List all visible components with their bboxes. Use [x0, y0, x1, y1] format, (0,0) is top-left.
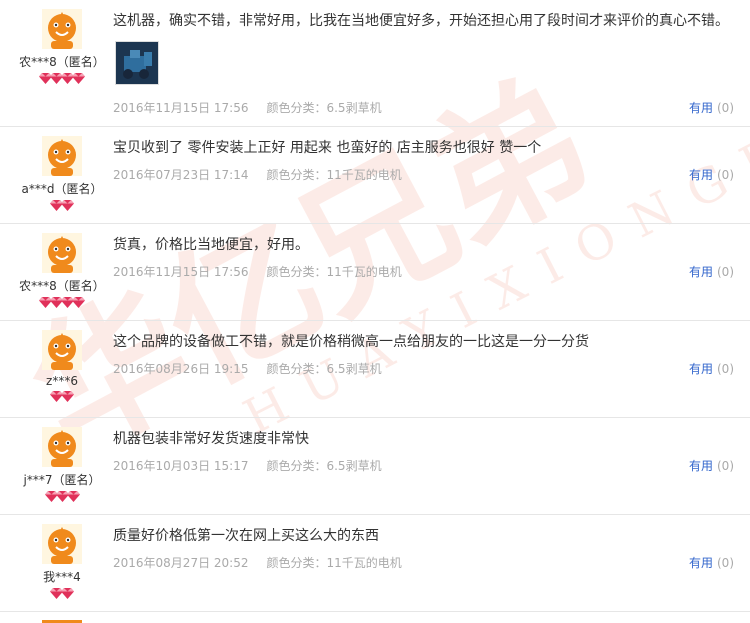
product-variant: 颜色分类：6.5剥草机: [266, 459, 382, 473]
review-meta: 2016年11月15日 17:56 颜色分类：6.5剥草机: [113, 99, 382, 116]
product-variant: 颜色分类：6.5剥草机: [266, 101, 382, 115]
useful-button[interactable]: 有用: [689, 265, 713, 279]
useful-button[interactable]: 有用: [689, 556, 713, 570]
rank-diamond-icon: [72, 297, 85, 308]
reviewer-rank: [16, 73, 108, 85]
rank-diamond-icon: [61, 200, 74, 211]
rank-diamond-icon: [61, 391, 74, 402]
useful-button[interactable]: 有用: [689, 168, 713, 182]
reviewer-name: a***d（匿名）: [21, 182, 103, 196]
review-date: 2016年10月03日 15:17: [113, 459, 249, 473]
useful-count: (0): [717, 459, 734, 473]
review-item: j***7（匿名） 机器包装非常好发货速度非常快 2016年10月03日 15:17…: [0, 418, 750, 515]
rank-diamond-icon: [61, 588, 74, 599]
reviewer-name: 我***4: [43, 570, 81, 584]
review-meta: 2016年08月27日 20:52 颜色分类：11千瓦的电机: [113, 554, 402, 571]
review-text: 质量好价格低第一次在网上买这么大的东西: [113, 528, 379, 544]
reviewer-name: 农***8（匿名）: [19, 279, 105, 293]
review-meta: 2016年10月03日 15:17 颜色分类：6.5剥草机: [113, 457, 382, 474]
reviewer-rank: [16, 297, 108, 309]
reviewer-info: z***6: [16, 330, 108, 403]
user-avatar: [42, 136, 82, 176]
review-meta: 2016年07月23日 17:14 颜色分类：11千瓦的电机: [113, 166, 402, 183]
review-meta: 2016年08月26日 19:15 颜色分类：6.5剥草机: [113, 360, 382, 377]
user-avatar: [42, 9, 82, 49]
reviewer-rank: [16, 588, 108, 600]
review-item: z***6 这个品牌的设备做工不错，就是价格稍微高一点给朋友的一比这是一分一分货 2…: [0, 321, 750, 418]
reviewer-info: 农***8（匿名）: [16, 9, 108, 85]
reviewer-name: 农***8（匿名）: [19, 55, 105, 69]
useful-vote: 有用 (0): [689, 360, 734, 377]
review-text: 这机器，确实不错，非常好用，比我在当地便宜好多，开始还担心用了段时间才来评价的真…: [113, 13, 729, 29]
review-item: 我***4 质量好价格低第一次在网上买这么大的东西 2016年08月27日 20:5…: [0, 515, 750, 612]
useful-vote: 有用 (0): [689, 263, 734, 280]
useful-vote: 有用 (0): [689, 99, 734, 116]
user-avatar: [42, 427, 82, 467]
reviewer-rank: [16, 491, 108, 503]
useful-count: (0): [717, 556, 734, 570]
review-text: 这个品牌的设备做工不错，就是价格稍微高一点给朋友的一比这是一分一分货: [113, 334, 589, 350]
review-date: 2016年07月23日 17:14: [113, 168, 249, 182]
user-avatar: [42, 524, 82, 564]
reviewer-rank: [16, 391, 108, 403]
useful-count: (0): [717, 265, 734, 279]
useful-vote: 有用 (0): [689, 554, 734, 571]
review-item-partial: [0, 612, 750, 623]
review-date: 2016年08月26日 19:15: [113, 362, 249, 376]
useful-button[interactable]: 有用: [689, 362, 713, 376]
user-avatar: [42, 330, 82, 370]
reviewer-info: j***7（匿名）: [16, 427, 108, 503]
useful-button[interactable]: 有用: [689, 459, 713, 473]
useful-button[interactable]: 有用: [689, 101, 713, 115]
user-avatar: [42, 233, 82, 273]
review-text: 货真，价格比当地便宜，好用。: [113, 237, 309, 253]
rank-diamond-icon: [66, 491, 80, 502]
product-variant: 颜色分类：6.5剥草机: [266, 362, 382, 376]
product-variant: 颜色分类：11千瓦的电机: [266, 168, 402, 182]
review-meta: 2016年11月15日 17:56 颜色分类：11千瓦的电机: [113, 263, 402, 280]
machine-photo-icon: [116, 42, 158, 84]
reviewer-info: 我***4: [16, 524, 108, 600]
review-item: 农***8（匿名） 这机器，确实不错，非常好用，比我在当地便宜好多，开始还担心用了…: [0, 0, 750, 127]
review-date: 2016年08月27日 20:52: [113, 556, 249, 570]
review-date: 2016年11月15日 17:56: [113, 101, 249, 115]
reviewer-rank: [16, 200, 108, 212]
useful-vote: 有用 (0): [689, 166, 734, 183]
review-item: 农***8（匿名） 货真，价格比当地便宜，好用。 2016年11月15日 17:56…: [0, 224, 750, 321]
useful-count: (0): [717, 168, 734, 182]
rank-diamond-icon: [72, 73, 85, 84]
review-item: a***d（匿名） 宝贝收到了 零件安装上正好 用起来 也蛮好的 店主服务也很好 …: [0, 127, 750, 224]
review-text: 宝贝收到了 零件安装上正好 用起来 也蛮好的 店主服务也很好 赞一个: [113, 140, 542, 156]
review-text: 机器包装非常好发货速度非常快: [113, 431, 309, 447]
reviewer-info: a***d（匿名）: [16, 136, 108, 212]
review-date: 2016年11月15日 17:56: [113, 265, 249, 279]
product-variant: 颜色分类：11千瓦的电机: [266, 556, 402, 570]
review-photo[interactable]: [115, 41, 159, 85]
useful-count: (0): [717, 101, 734, 115]
useful-count: (0): [717, 362, 734, 376]
reviewer-name: z***6: [46, 374, 78, 388]
reviewer-info: 农***8（匿名）: [16, 233, 108, 309]
product-variant: 颜色分类：11千瓦的电机: [266, 265, 402, 279]
useful-vote: 有用 (0): [689, 457, 734, 474]
reviewer-name: j***7（匿名）: [23, 473, 101, 487]
